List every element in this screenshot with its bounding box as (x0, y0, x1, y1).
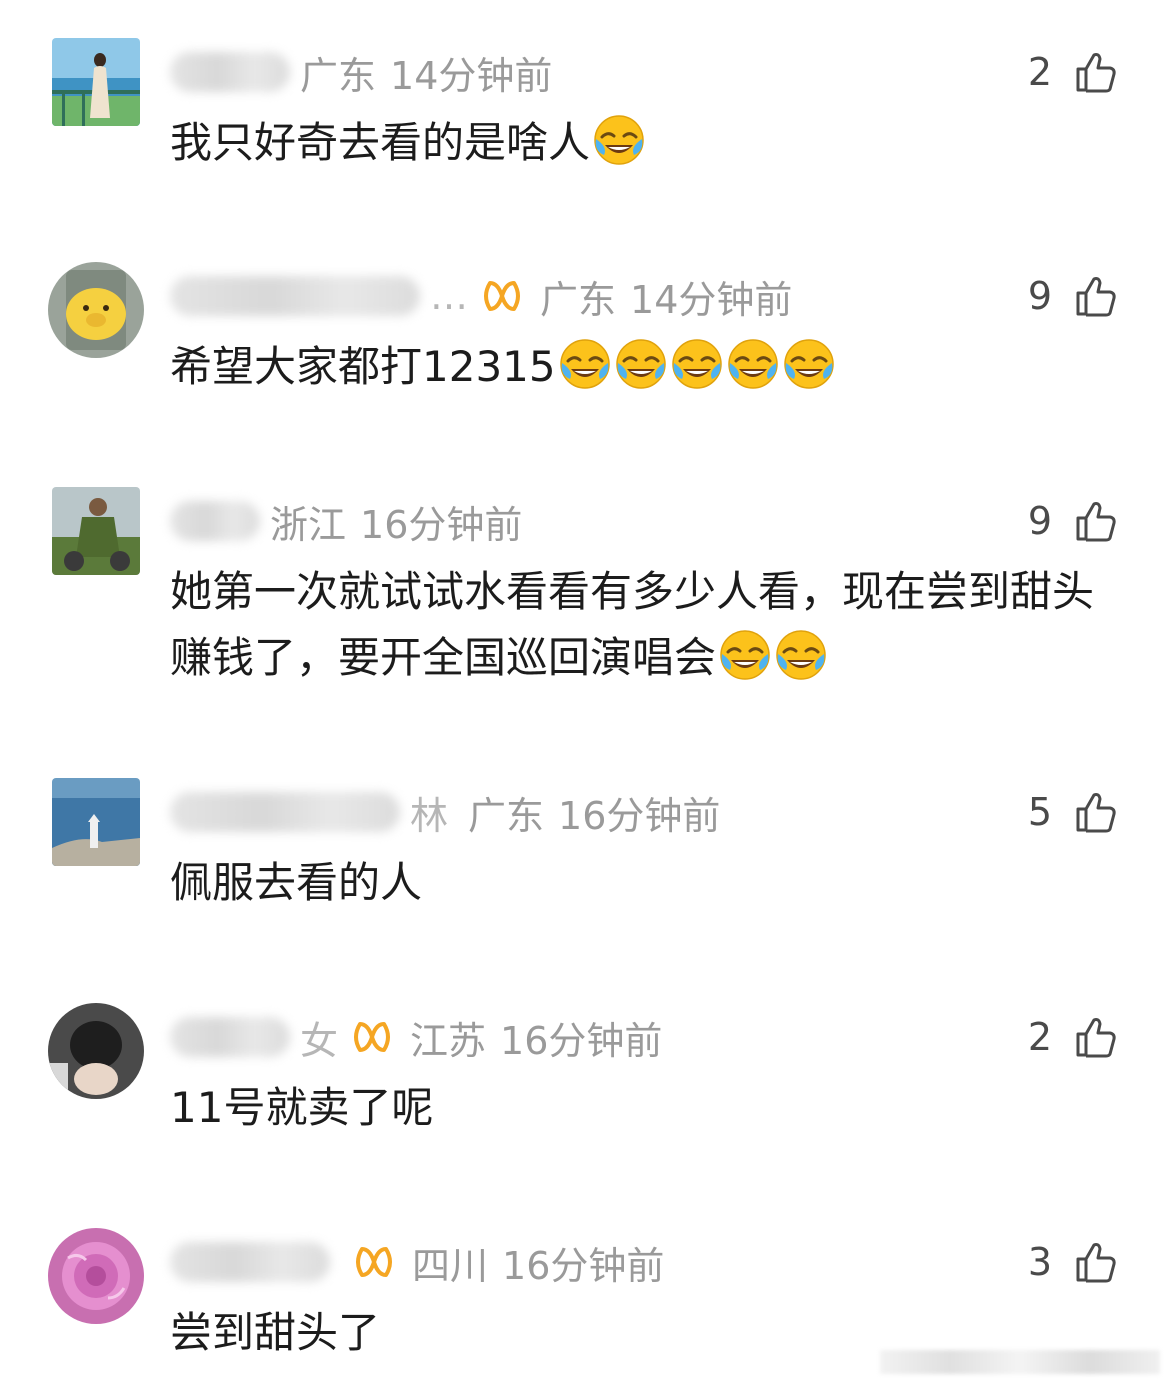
comment-text: 11号就卖了呢 (170, 1075, 1110, 1141)
avatar[interactable] (48, 1228, 144, 1324)
vip-badge-icon[interactable] (482, 279, 522, 313)
timestamp: 14分钟前 (630, 277, 793, 322)
like-count: 9 (1027, 499, 1052, 543)
timestamp: 16分钟前 (500, 1018, 663, 1063)
username-blurred[interactable] (170, 276, 420, 316)
comment-text: 她第一次就试试水看看有多少人看，现在尝到甜头赚钱了，要开全国巡回演唱会 (170, 559, 1110, 691)
laughing-crying-emoji-icon (558, 337, 612, 391)
like-button[interactable]: 9 (1028, 268, 1118, 324)
like-button[interactable]: 2 (1028, 1009, 1118, 1065)
like-button[interactable]: 5 (1028, 784, 1118, 840)
location: 广东 (468, 793, 545, 838)
comment-item: 浙江 16分钟前 9 她第一次就试试水看看有多少人看，现在尝到甜头赚钱了，要开全… (0, 487, 1170, 707)
comment-meta: … 广东 14分钟前 (170, 270, 792, 322)
watermark-strip (880, 1350, 1160, 1374)
laughing-crying-emoji-icon (726, 337, 780, 391)
thumbs-up-icon (1074, 274, 1118, 318)
username-visible: … (430, 274, 468, 318)
comment-meta: 四川 16分钟前 (170, 1236, 664, 1288)
comment-meta: 林 广东 16分钟前 (170, 786, 720, 838)
comment-text-content: 我只好奇去看的是啥人 (170, 118, 591, 167)
comment-text-content: 11号就卖了呢 (170, 1083, 434, 1132)
vip-badge-icon[interactable] (354, 1245, 394, 1279)
like-count: 9 (1027, 274, 1052, 318)
username-blurred[interactable] (170, 501, 260, 541)
username-blurred[interactable] (170, 792, 400, 832)
comment-text: 佩服去看的人 (170, 850, 1110, 916)
like-button[interactable]: 9 (1028, 493, 1118, 549)
timestamp: 16分钟前 (360, 502, 523, 547)
location: 广东 (300, 53, 377, 98)
comment-item: 广东 14分钟前 2 我只好奇去看的是啥人 (0, 38, 1170, 258)
thumbs-up-icon (1074, 1240, 1118, 1284)
username-blurred[interactable] (170, 52, 290, 92)
laughing-crying-emoji-icon (670, 337, 724, 391)
username-blurred[interactable] (170, 1017, 290, 1057)
comment-meta: 广东 14分钟前 (170, 46, 552, 98)
comment-text-content: 她第一次就试试水看看有多少人看，现在尝到甜头赚钱了，要开全国巡回演唱会 (170, 567, 1095, 682)
like-count: 3 (1027, 1240, 1052, 1284)
location: 广东 (540, 277, 617, 322)
username-visible: 林 (410, 793, 449, 838)
comment-meta: 浙江 16分钟前 (170, 495, 522, 547)
laughing-crying-emoji-icon (614, 337, 668, 391)
location: 四川 (412, 1243, 489, 1288)
like-button[interactable]: 2 (1028, 44, 1118, 100)
laughing-crying-emoji-icon (592, 113, 646, 167)
vip-badge-icon[interactable] (352, 1020, 392, 1054)
comment-text: 我只好奇去看的是啥人 (170, 110, 1110, 176)
comment-text-content: 佩服去看的人 (170, 858, 423, 907)
timestamp: 16分钟前 (502, 1243, 665, 1288)
like-button[interactable]: 3 (1028, 1234, 1118, 1290)
location: 江苏 (410, 1018, 487, 1063)
thumbs-up-icon (1074, 790, 1118, 834)
comment-text: 希望大家都打12315 (170, 334, 1110, 400)
comment-text-content: 尝到甜头了 (170, 1308, 381, 1357)
comment-item: 林 广东 16分钟前 5 佩服去看的人 (0, 778, 1170, 998)
like-count: 2 (1027, 1015, 1052, 1059)
comment-meta: 女 江苏 16分钟前 (170, 1011, 662, 1063)
laughing-crying-emoji-icon (782, 337, 836, 391)
avatar[interactable] (52, 778, 140, 866)
avatar[interactable] (48, 262, 144, 358)
laughing-crying-emoji-icon (774, 628, 828, 682)
comment-item: 女 江苏 16分钟前 2 11号就卖了呢 (0, 1003, 1170, 1223)
avatar[interactable] (48, 1003, 144, 1099)
avatar[interactable] (52, 38, 140, 126)
like-count: 5 (1027, 790, 1052, 834)
comment-item: … 广东 14分钟前 9 希望大家都打12315 (0, 262, 1170, 482)
thumbs-up-icon (1074, 499, 1118, 543)
username-blurred[interactable] (170, 1242, 330, 1282)
thumbs-up-icon (1074, 50, 1118, 94)
like-count: 2 (1027, 50, 1052, 94)
timestamp: 14分钟前 (390, 53, 553, 98)
location: 浙江 (270, 502, 347, 547)
comment-text-content: 希望大家都打12315 (170, 342, 556, 391)
username-visible: 女 (300, 1018, 339, 1063)
avatar[interactable] (52, 487, 140, 575)
timestamp: 16分钟前 (558, 793, 721, 838)
laughing-crying-emoji-icon (718, 628, 772, 682)
thumbs-up-icon (1074, 1015, 1118, 1059)
